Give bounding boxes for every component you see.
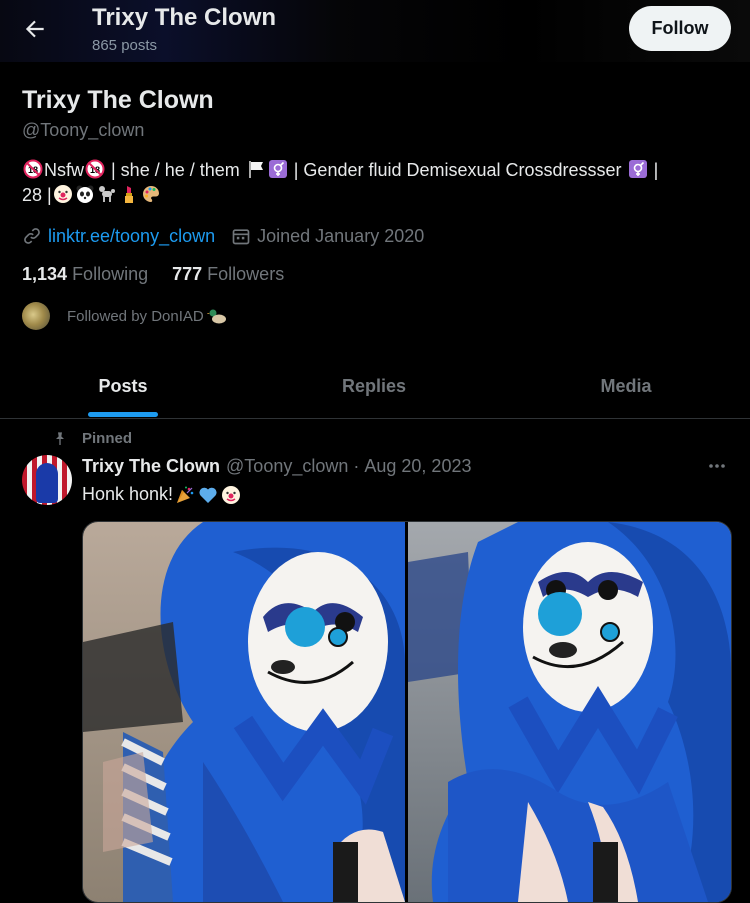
more-options-icon[interactable] [704, 456, 730, 476]
photo-1[interactable] [83, 522, 405, 902]
transgender-symbol-icon [268, 160, 287, 178]
calendar-icon [232, 229, 250, 245]
photo-2[interactable] [408, 522, 731, 902]
bio-nsfw-text: Nsfw [44, 160, 84, 180]
poodle-icon [98, 186, 115, 202]
tweet-date[interactable]: Aug 20, 2023 [364, 456, 471, 477]
tab-media[interactable]: Media [576, 376, 676, 397]
tweet-header: Trixy The Clown @Toony_clown · Aug 20, 2… [82, 456, 471, 477]
header-title: Trixy The Clown [92, 4, 277, 31]
following-count: 1,134 [22, 264, 68, 284]
clown-face-icon [53, 185, 72, 203]
follow-button[interactable]: Follow [629, 6, 731, 51]
no-under-18-icon: 18 [23, 159, 43, 179]
following-label: Following [72, 264, 149, 284]
tweet-media[interactable] [82, 521, 732, 903]
tab-posts[interactable]: Posts [88, 376, 158, 397]
profile-header: Trixy The Clown 865 posts Follow [0, 0, 750, 62]
blue-heart-icon [199, 487, 217, 503]
profile-handle: @Toony_clown [22, 120, 145, 140]
bio-pronouns-text: | she / he / them [106, 160, 245, 180]
duck-icon [206, 309, 226, 324]
followers-count: 777 [172, 264, 203, 284]
bio-line-1: 18Nsfw18 | she / he / them | Gender flui… [22, 158, 722, 183]
tweet-text: Honk honk! [82, 484, 242, 505]
pinned-text: Pinned [82, 430, 133, 447]
header-post-count: 865 posts [92, 37, 158, 54]
followed-by-text: Followed by DonIAD [67, 307, 204, 325]
joined-date: Joined January 2020 [257, 225, 425, 246]
profile-tabs: Posts Replies Media [0, 358, 750, 418]
pinned-label: Pinned [52, 430, 132, 447]
author-avatar[interactable] [22, 455, 72, 505]
tabs-divider [0, 418, 750, 419]
bio-identity-text: | Gender fluid Demisexual Crossdressser [288, 160, 627, 180]
no-under-18-icon: 18 [85, 159, 105, 179]
party-popper-icon [177, 486, 194, 503]
pin-icon [56, 431, 64, 445]
followed-by[interactable]: Followed by DonIAD [22, 302, 227, 330]
profile-name: Trixy The Clown [22, 86, 214, 114]
active-tab-indicator [88, 412, 158, 417]
panda-face-icon [76, 185, 94, 203]
back-arrow-icon[interactable] [22, 16, 48, 42]
transgender-symbol-icon [628, 160, 647, 178]
clown-photo-right [408, 522, 731, 902]
profile-link[interactable]: linktr.ee/toony_clown [48, 226, 215, 247]
following-link[interactable]: 1,134 Following [22, 264, 148, 285]
profile-meta: linktr.ee/toony_clown Joined January 202… [22, 224, 424, 248]
clown-photo-left [83, 522, 405, 902]
artist-palette-icon [142, 186, 159, 202]
tweet-separator: · [353, 456, 360, 476]
tweet-text-content: Honk honk! [82, 484, 174, 504]
bio-age-text: 28 | [22, 185, 52, 205]
white-flag-icon [248, 161, 263, 178]
tab-replies[interactable]: Replies [324, 376, 424, 397]
follow-stats: 1,134 Following 777 Followers [22, 264, 284, 285]
tweet-author-name[interactable]: Trixy The Clown [82, 456, 220, 477]
bio-line-2: 28 | [22, 183, 722, 208]
profile-bio: 18Nsfw18 | she / he / them | Gender flui… [22, 158, 722, 208]
bio-separator: | [648, 160, 659, 180]
clown-face-icon [222, 485, 241, 504]
followers-label: Followers [207, 264, 285, 284]
lipstick-icon [124, 186, 133, 203]
link-icon [24, 228, 40, 244]
followers-link[interactable]: 777 Followers [172, 264, 284, 285]
follower-avatar [22, 302, 50, 330]
tweet-author-handle[interactable]: @Toony_clown [226, 456, 348, 477]
